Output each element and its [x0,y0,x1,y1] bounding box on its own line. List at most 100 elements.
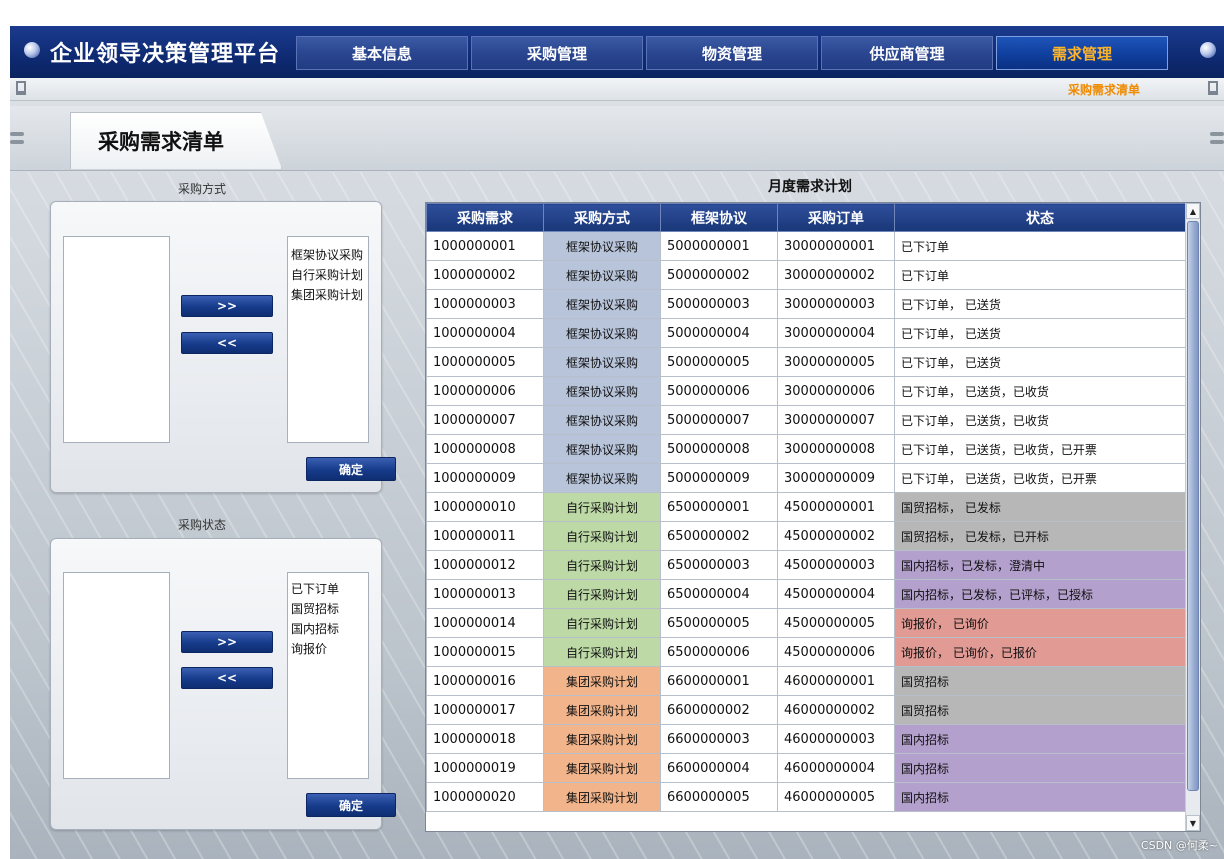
table-row[interactable]: 1000000011 自行采购计划 6500000002 45000000002 国贸招… [426,521,1186,551]
status-cell: 已下订单 [894,260,1186,290]
framework-cell: 5000000006 [660,376,778,406]
framework-cell: 5000000003 [660,289,778,319]
table-row[interactable]: 1000000018 集团采购计划 6600000003 46000000003 国内招… [426,724,1186,754]
order-cell: 30000000004 [777,318,895,348]
table-row[interactable]: 1000000003 框架协议采购 5000000003 30000000003 已下订… [426,289,1186,319]
table-row[interactable]: 1000000005 框架协议采购 5000000005 30000000005 已下订… [426,347,1186,377]
page-title: 采购需求清单 [98,129,224,154]
method-selected-list[interactable]: 框架协议采购 自行采购计划 集团采购计划 [287,236,369,443]
order-cell: 45000000004 [777,579,895,609]
status-confirm-button[interactable]: 确定 [306,793,396,817]
column-header[interactable]: 状态 [894,203,1186,232]
order-cell: 30000000002 [777,260,895,290]
table-body: 1000000001 框架协议采购 5000000001 30000000001 已下订… [426,231,1186,812]
table-row[interactable]: 1000000004 框架协议采购 5000000004 30000000004 已下订… [426,318,1186,348]
table-row[interactable]: 1000000014 自行采购计划 6500000005 45000000005 询报价… [426,608,1186,638]
status-panel-label: 采购状态 [178,518,227,532]
subnav-link-procurement-demand-list[interactable]: 采购需求清单 [1068,81,1140,98]
scroll-down-arrow-icon[interactable]: ▼ [1186,815,1200,831]
demand-id-cell: 1000000011 [426,521,544,551]
tab-materials-management[interactable]: 物资管理 [646,36,818,70]
method-option[interactable]: 集团采购计划 [288,285,368,305]
tab-demand-management[interactable]: 需求管理 [996,36,1168,70]
status-remove-button[interactable]: << [181,667,273,689]
table-title: 月度需求计划 [768,179,852,195]
method-available-list[interactable] [63,236,170,443]
method-cell: 集团采购计划 [543,753,661,783]
status-cell: 已下订单， 已送货 [894,318,1186,348]
demand-id-cell: 1000000013 [426,579,544,609]
method-filter-panel: >> << 框架协议采购 自行采购计划 集团采购计划 确定 [50,201,396,493]
order-cell: 30000000006 [777,376,895,406]
order-cell: 46000000002 [777,695,895,725]
framework-cell: 6600000005 [660,782,778,812]
table-row[interactable]: 1000000008 框架协议采购 5000000008 30000000008 已下订… [426,434,1186,464]
tab-basic-info[interactable]: 基本信息 [296,36,468,70]
framework-cell: 6600000003 [660,724,778,754]
table-row[interactable]: 1000000017 集团采购计划 6600000002 46000000002 国贸招… [426,695,1186,725]
table-scrollbar[interactable]: ▲ ▼ [1185,203,1200,831]
table-row[interactable]: 1000000016 集团采购计划 6600000001 46000000001 国贸招… [426,666,1186,696]
method-option[interactable]: 框架协议采购 [288,245,368,265]
status-cell: 已下订单， 已送货 [894,347,1186,377]
order-cell: 45000000003 [777,550,895,580]
status-cell: 国贸招标 [894,695,1186,725]
demand-id-cell: 1000000017 [426,695,544,725]
column-header[interactable]: 采购需求 [426,203,544,232]
status-option[interactable]: 国贸招标 [288,599,368,619]
demand-id-cell: 1000000006 [426,376,544,406]
tab-purchase-management[interactable]: 采购管理 [471,36,643,70]
status-add-button[interactable]: >> [181,631,273,653]
status-option[interactable]: 已下订单 [288,579,368,599]
status-option[interactable]: 询报价 [288,639,368,659]
status-cell: 国内招标 [894,724,1186,754]
method-cell: 自行采购计划 [543,579,661,609]
table-row[interactable]: 1000000010 自行采购计划 6500000001 45000000001 国贸招… [426,492,1186,522]
table-row[interactable]: 1000000012 自行采购计划 6500000003 45000000003 国内招… [426,550,1186,580]
status-cell: 国贸招标， 已发标，已开标 [894,521,1186,551]
table-row[interactable]: 1000000015 自行采购计划 6500000006 45000000006 询报价… [426,637,1186,667]
table-row[interactable]: 1000000007 框架协议采购 5000000007 30000000007 已下订… [426,405,1186,435]
table-row[interactable]: 1000000002 框架协议采购 5000000002 30000000002 已下订… [426,260,1186,290]
scroll-up-arrow-icon[interactable]: ▲ [1186,203,1200,219]
table-row[interactable]: 1000000019 集团采购计划 6600000004 46000000004 国内招… [426,753,1186,783]
pin-icon [1208,81,1218,95]
table-row[interactable]: 1000000020 集团采购计划 6600000005 46000000005 国内招… [426,782,1186,812]
column-header[interactable]: 采购方式 [543,203,661,232]
framework-cell: 6600000002 [660,695,778,725]
method-cell: 集团采购计划 [543,695,661,725]
method-add-button[interactable]: >> [181,295,273,317]
status-cell: 国贸招标， 已发标 [894,492,1186,522]
status-option[interactable]: 国内招标 [288,619,368,639]
table-row[interactable]: 1000000013 自行采购计划 6500000004 45000000004 国内招… [426,579,1186,609]
table-row[interactable]: 1000000006 框架协议采购 5000000006 30000000006 已下订… [426,376,1186,406]
table-row[interactable]: 1000000009 框架协议采购 5000000009 30000000009 已下订… [426,463,1186,493]
tab-supplier-management[interactable]: 供应商管理 [821,36,993,70]
framework-cell: 5000000004 [660,318,778,348]
right-handle-icon[interactable] [1210,128,1224,148]
order-cell: 46000000005 [777,782,895,812]
method-confirm-button[interactable]: 确定 [306,457,396,481]
top-bar: 企业领导决策管理平台 基本信息 采购管理 物资管理 供应商管理 需求管理 [10,26,1224,78]
scrollbar-thumb[interactable] [1187,221,1199,791]
status-available-list[interactable] [63,572,170,779]
method-cell: 框架协议采购 [543,231,661,261]
column-header[interactable]: 采购订单 [777,203,895,232]
demand-id-cell: 1000000007 [426,405,544,435]
framework-cell: 6500000002 [660,521,778,551]
status-cell: 已下订单， 已送货，已收货 [894,376,1186,406]
globe-dot-icon [1200,42,1216,58]
app-title: 企业领导决策管理平台 [50,41,281,67]
status-selected-list[interactable]: 已下订单 国贸招标 国内招标 询报价 [287,572,369,779]
method-option[interactable]: 自行采购计划 [288,265,368,285]
status-cell: 国内招标，已发标，澄清中 [894,550,1186,580]
order-cell: 45000000001 [777,492,895,522]
left-handle-icon[interactable] [10,128,24,148]
method-remove-button[interactable]: << [181,332,273,354]
globe-dot-icon [24,42,40,58]
status-cell: 询报价， 已询价 [894,608,1186,638]
framework-cell: 5000000001 [660,231,778,261]
method-cell: 框架协议采购 [543,347,661,377]
table-row[interactable]: 1000000001 框架协议采购 5000000001 30000000001 已下订… [426,231,1186,261]
column-header[interactable]: 框架协议 [660,203,778,232]
